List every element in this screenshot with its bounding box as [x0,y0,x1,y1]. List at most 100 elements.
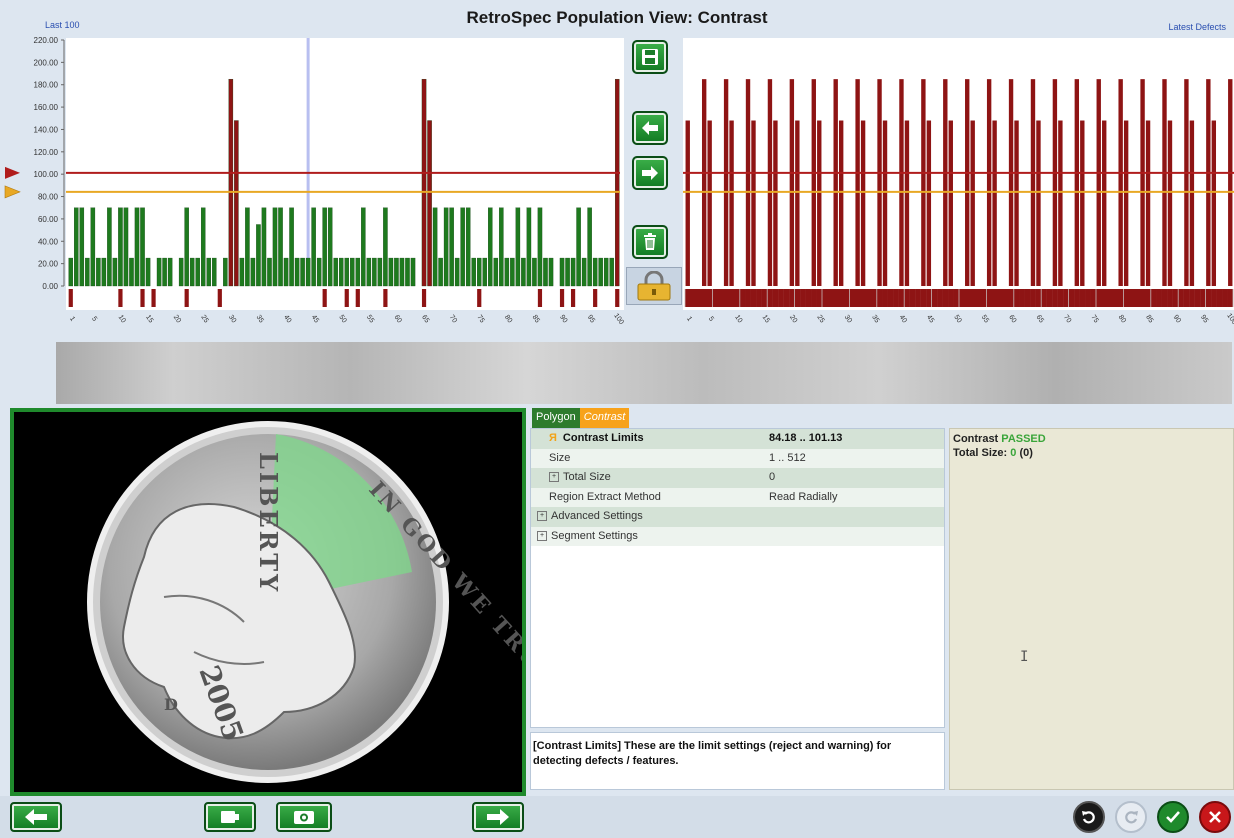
warning-limit-marker[interactable] [4,185,21,199]
x-axis-left: 1 5 10 15 20 25 30 35 40 45 50 55 60 65 70 75 80 85 90 95 10… [68,312,625,326]
bottom-toolbar [0,796,1234,838]
tab-contrast[interactable]: Contrast [579,408,630,428]
defect-flag [1030,289,1036,307]
defect-flag [1041,289,1047,307]
defect-flag [745,289,751,307]
defect-flag [767,289,773,307]
y-tick-label: 200.00 [34,58,59,67]
bar [1123,120,1129,286]
x-tick-label: 10 [117,314,127,324]
x-tick-label: 25 [199,314,209,324]
bar [1058,120,1063,286]
bar [1052,79,1058,287]
setting-row-contrast-limits[interactable]: Я Contrast Limits 84.18 .. 101.13 [531,429,944,449]
bar [465,207,471,287]
setting-row-size[interactable]: Size 1 .. 512 [531,448,944,468]
y-tick-label: 0.00 [42,282,58,291]
bar [965,79,970,287]
redo-button[interactable] [1115,801,1147,833]
bar [383,207,388,287]
bar [882,120,888,286]
defect-flag [118,289,123,307]
defect-flag [915,289,921,307]
defect-flag [975,289,982,307]
setting-row-segment[interactable]: + Segment Settings [531,526,944,546]
save-button[interactable] [632,40,668,74]
setting-row-total-size[interactable]: + Total Size 0 [531,468,944,488]
bar [195,257,200,287]
bar [515,207,521,287]
bar [504,257,510,287]
population-charts: 220.00200.00180.00160.00140.00120.00100.… [4,36,1234,326]
bar [559,257,565,287]
bar [948,120,953,286]
bar [107,207,112,287]
accept-button[interactable] [1157,801,1189,833]
defect-flag [717,289,724,307]
delete-button[interactable] [632,225,668,259]
lock-button[interactable] [626,267,682,305]
defect-flag [882,289,888,307]
setting-description: [Contrast Limits] These are the limit se… [530,732,945,790]
defect-flag [937,289,943,307]
bar [449,207,454,287]
defect-flag [1205,289,1212,307]
reject-limit-marker[interactable] [5,166,20,179]
tab-polygon[interactable]: Polygon [532,408,580,428]
defect-flag [1052,289,1058,307]
camera-mode-button[interactable] [204,802,256,832]
bar [311,207,316,287]
x-tick-label: 20 [172,314,182,324]
bar [860,120,866,286]
bar [576,207,581,287]
defect-flag [997,289,1004,307]
lock-icon [637,271,671,301]
x-tick-label: 95 [586,314,596,324]
x-tick-label: 75 [1089,314,1099,324]
expand-icon[interactable]: + [549,472,559,483]
defect-flag [871,289,877,307]
setting-row-region-extract[interactable]: Region Extract Method Read Radially [531,487,944,507]
defect-flag [926,289,932,307]
bar [96,257,101,287]
x-tick-label: 30 [227,314,237,324]
expand-icon[interactable]: + [537,530,547,541]
undo-button[interactable] [1073,801,1105,833]
defect-flag [355,289,360,307]
expand-icon[interactable]: + [537,511,547,522]
defect-flag [1046,289,1053,307]
defect-flag [1172,289,1179,307]
bar [943,79,948,287]
next-button[interactable] [632,156,668,190]
x-tick-label: 65 [420,314,430,324]
bar [129,257,134,287]
bar [234,120,239,287]
defect-flag [477,289,482,307]
bar [1008,79,1014,287]
y-tick-label: 160.00 [34,103,59,112]
image-viewer[interactable]: LIBERTY IN GOD WE TRUST 2005 D [10,408,526,796]
bar [212,257,217,287]
image-strip[interactable] [56,342,1232,404]
back-button[interactable] [10,802,62,832]
bar [101,257,107,287]
cancel-button[interactable] [1199,801,1231,833]
bar [521,257,526,287]
defect-flag [1013,289,1020,307]
setting-row-advanced[interactable]: + Advanced Settings [531,507,944,527]
display-icon [221,811,239,823]
total-size-value: 0 [1010,447,1017,459]
y-tick-label: 140.00 [34,125,59,134]
settings-panel: Я Contrast Limits 84.18 .. 101.13 Size 1 … [530,428,945,728]
bar [476,257,482,287]
defect-flag [1211,289,1217,307]
previous-button[interactable] [632,111,668,145]
bar [701,79,707,287]
retrospec-window: RetroSpec Population View: Contrast Last… [0,0,1234,838]
bar [1074,79,1080,287]
defect-flag [778,289,784,307]
bar [1206,79,1211,287]
snapshot-button[interactable] [276,802,332,832]
forward-button[interactable] [472,802,524,832]
bar [614,78,620,287]
